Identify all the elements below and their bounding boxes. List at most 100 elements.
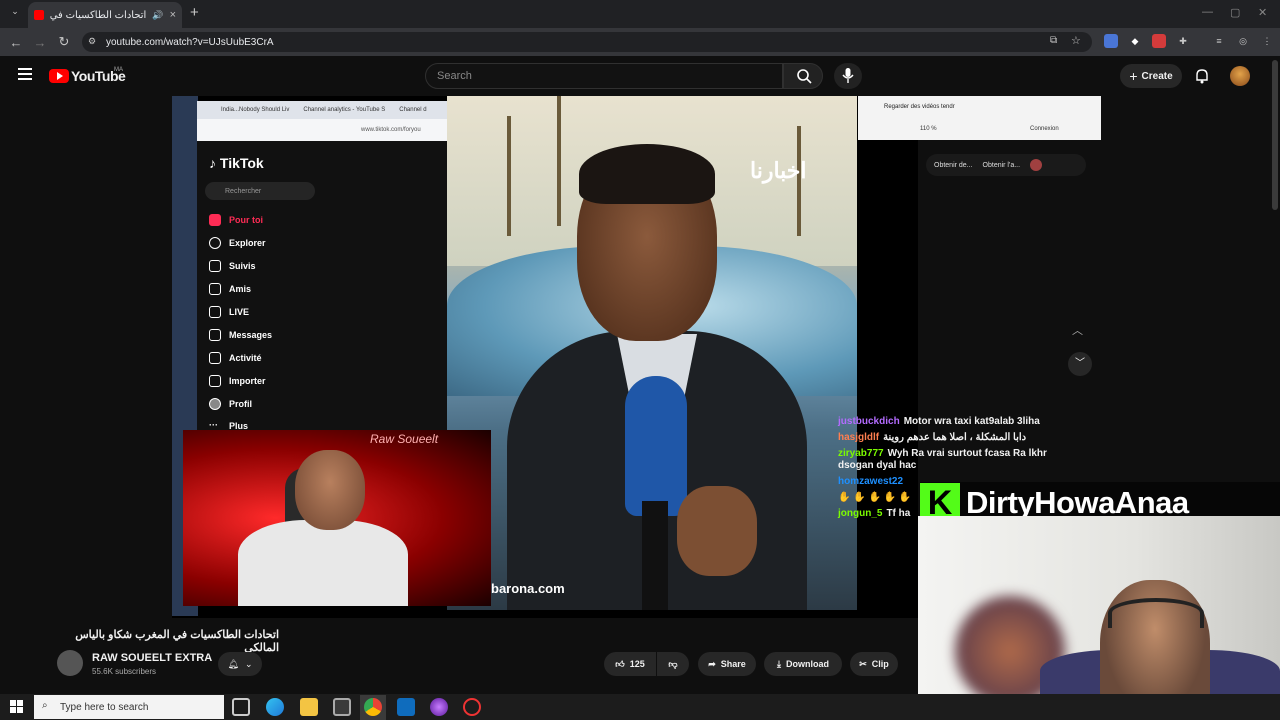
outlook-icon[interactable] [397,698,415,716]
streamer-face [295,450,365,530]
tiktok-nav-live: LIVE [209,306,249,318]
translate-extension-icon[interactable] [1104,34,1118,48]
store-icon[interactable] [333,698,351,716]
voice-search-button[interactable] [834,63,862,89]
streamer-shirt [238,520,408,606]
tiktok-nav-activity: Activité [209,352,262,364]
thumbs-down-icon: 👎︎ [668,658,678,669]
news-channel-logo: اخبارنا [750,158,807,183]
minimize-icon[interactable]: — [1202,6,1213,18]
cast-icon[interactable]: ⧉ [1050,35,1057,46]
tiktok-nav-label: Messages [229,330,273,340]
forward-icon[interactable]: → [28,35,52,50]
dislike-button[interactable]: 👎︎ [657,652,689,676]
obs-icon[interactable] [463,698,481,716]
task-view-icon[interactable] [232,698,250,716]
channel-avatar[interactable] [57,650,83,676]
taskbar-search-input[interactable]: Type here to search [34,695,224,719]
create-button[interactable]: + Create [1120,64,1182,88]
friends-icon [209,283,221,295]
chevron-down-icon: ﹀ [1068,352,1092,376]
chat-message: ziryab777 Wyh Ra vrai surtout fcasa Ra lk… [838,448,1078,472]
back-icon[interactable]: ← [4,35,28,50]
share-button[interactable]: ➦ Share [698,652,756,676]
like-count: 125 [629,659,645,669]
account-avatar[interactable] [1230,66,1250,86]
close-window-icon[interactable]: ✕ [1258,6,1267,19]
captured-login: Connexion [1030,126,1059,132]
tiktok-nav-label: Pour toi [229,215,263,225]
tiktok-nav-label: Amis [229,284,252,294]
bookmark-star-icon[interactable]: ☆ [1071,34,1081,47]
tiktok-nav-friends: Amis [209,283,251,295]
subscriber-count: 55.6K subscribers [92,667,157,676]
palm-tree [557,96,561,226]
tiktok-tab-3: Channel d [399,107,427,113]
reading-list-icon[interactable]: ≡ [1212,34,1226,48]
youtube-logo-icon[interactable] [49,69,69,83]
download-button[interactable]: ⤓ Download [764,652,842,676]
notifications-bell-icon[interactable] [1195,68,1209,84]
tiktok-tab-1: India...Nobody Should Liv [221,107,290,113]
activity-icon [209,352,221,364]
upload-icon [209,375,221,387]
reload-icon[interactable]: ↻ [52,34,76,50]
chevron-down-icon: ⌄ [244,658,253,669]
chat-username: justbuckdich [838,416,900,427]
new-tab-icon[interactable]: + [190,4,199,21]
tiktok-logo-text: TikTok [219,155,264,171]
chrome-icon[interactable] [364,698,382,716]
chat-text: دابا المشكلة ، اصلا هما عدهم روينة [883,432,1027,443]
messages-icon [209,329,221,341]
chat-username: ziryab777 [838,448,884,459]
channel-name[interactable]: RAW SOUEELT EXTRA [92,652,212,664]
page-scrollbar[interactable] [1272,60,1278,210]
profile-icon[interactable]: ◎ [1236,34,1250,48]
tab-search-icon[interactable]: ⌄ [8,6,22,20]
windows-start-icon[interactable] [10,700,24,714]
site-info-icon[interactable]: ⚙ [88,36,96,47]
captured-zoom-level: 110 % [920,126,937,132]
chat-text: ✋ ✋ ✋ ✋ ✋ [838,492,912,503]
download-icon: ⤓ [777,658,781,669]
interviewee-hand [677,486,757,576]
browser-tab[interactable]: اتحادات الطاكسيات في المغرب 🔊 × [28,2,182,28]
extension-red-icon[interactable] [1152,34,1166,48]
country-code: MA [114,67,123,73]
chat-username: hasjgldlf [838,432,880,443]
tiktok-logo: ♪ TikTok [209,155,264,171]
chat-text: Tf ha [886,508,911,519]
download-label: Download [785,659,829,669]
extensions-puzzle-icon[interactable]: ✚ [1176,34,1190,48]
close-tab-icon[interactable]: × [170,9,176,21]
search-button[interactable] [783,63,823,89]
address-bar[interactable]: youtube.com/watch?v=UJsUubE3CrA [82,32,1092,52]
hamburger-menu-icon[interactable] [18,68,32,80]
tiktok-search-placeholder: Rechercher [225,187,262,195]
video-title: اتحادات الطاكسيات في المغرب شكاو بالياس … [75,629,279,654]
tiktok-nav-label: Plus [229,421,249,430]
tiktok-nav-label: LIVE [229,307,250,317]
search-placeholder: Search [437,70,472,82]
extension-diamond-icon[interactable]: ◆ [1128,34,1142,48]
tiktok-browser-tabs: India...Nobody Should Liv Channel analyt… [197,101,447,119]
edge-icon[interactable] [266,698,284,716]
captured-browser-panel [858,96,1101,140]
app-purple-icon[interactable] [430,698,448,716]
tiktok-search-input: Rechercher [205,182,315,200]
maximize-icon[interactable]: ▢ [1230,6,1240,19]
tab-title: اتحادات الطاكسيات في المغرب [50,9,147,21]
subscription-bell-button[interactable]: 🔔︎ ⌄ [218,652,262,676]
bell-icon: 🔔︎ [227,658,239,669]
like-button[interactable]: 👍︎ 125 [604,652,656,676]
tiktok-nav-label: Suivis [229,261,256,271]
headphones [1108,598,1204,628]
browser-menu-icon[interactable]: ⋮ [1260,34,1274,48]
microphone-handle [642,501,668,610]
tiktok-nav-label: Importer [229,376,266,386]
search-input[interactable]: Search [425,63,783,89]
palm-tree [507,116,511,236]
profile-icon [209,398,221,410]
file-explorer-icon[interactable] [300,698,318,716]
clip-button[interactable]: ✂ Clip [850,652,898,676]
